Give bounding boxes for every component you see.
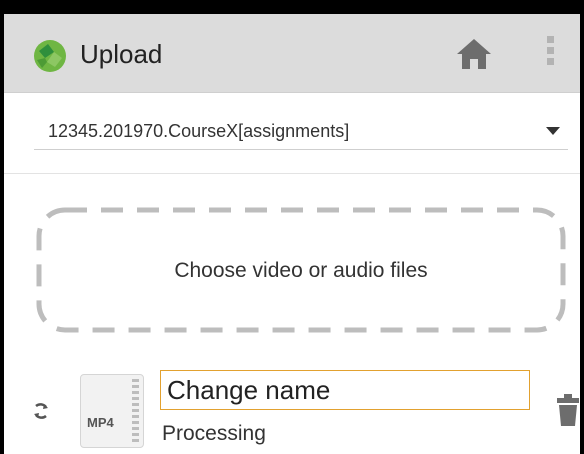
course-select[interactable]: 12345.201970.CourseX[assignments] [34,113,568,150]
film-perforation [132,379,139,443]
file-list-item: MP4 Processing [4,366,580,454]
dropzone-label: Choose video or audio files [174,259,428,282]
right-border [580,0,584,454]
file-type-label: MP4 [87,415,114,430]
dropdown-arrow-icon [546,127,560,135]
refresh-icon[interactable] [32,402,50,420]
app-screen: Upload 12345.201970.CourseX[assignments]… [0,0,584,454]
course-select-row: 12345.201970.CourseX[assignments] [4,93,580,174]
top-border [0,0,584,14]
file-name-input[interactable] [160,370,530,410]
kaltura-logo-icon [32,38,68,74]
home-icon[interactable] [454,36,494,72]
file-dropzone[interactable]: Choose video or audio files [36,207,566,333]
more-vert-icon[interactable] [544,36,558,76]
mp4-file-icon: MP4 [80,374,144,448]
file-status: Processing [162,422,266,445]
app-bar: Upload [4,14,580,93]
app-title: Upload [80,39,163,69]
course-select-value: 12345.201970.CourseX[assignments] [48,121,350,141]
trash-icon[interactable] [556,392,580,428]
